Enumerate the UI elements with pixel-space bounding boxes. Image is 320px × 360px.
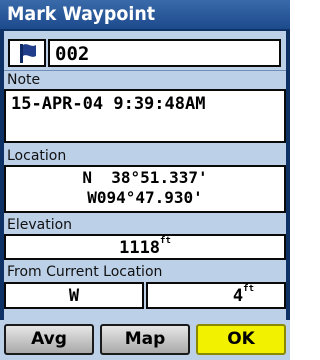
distance-readout: 4ft	[233, 285, 254, 307]
latitude-value: N 38°51.337'	[82, 168, 208, 187]
window-title: Mark Waypoint	[7, 3, 156, 25]
flag-icon	[20, 44, 36, 63]
longitude-value: W094°47.930'	[87, 188, 203, 207]
waypoint-form: 002 Note 15-APR-04 9:39:48AM Location N …	[4, 31, 286, 320]
distance-unit: ft	[243, 284, 254, 294]
note-value: 15-APR-04 9:39:48AM	[11, 94, 206, 114]
distance-field: 4ft	[146, 282, 286, 309]
elevation-label: Elevation	[7, 217, 73, 233]
note-field[interactable]: 15-APR-04 9:39:48AM	[4, 89, 286, 143]
bearing-value: W	[68, 286, 80, 306]
location-field[interactable]: N 38°51.337' W094°47.930'	[4, 165, 286, 213]
elevation-value: 1118	[119, 238, 161, 258]
divider	[4, 70, 286, 71]
waypoint-name-field[interactable]: 002	[48, 39, 281, 67]
title-bar: Mark Waypoint	[0, 0, 290, 29]
button-row: Avg Map OK	[0, 320, 290, 360]
bearing-field: W	[4, 282, 144, 309]
avg-button[interactable]: Avg	[4, 324, 94, 355]
waypoint-symbol-button[interactable]	[8, 39, 46, 67]
elevation-field[interactable]: 1118ft	[4, 234, 286, 260]
elevation-unit: ft	[160, 236, 171, 246]
distance-value: 4	[232, 286, 244, 306]
ok-button[interactable]: OK	[196, 324, 286, 355]
note-label: Note	[7, 72, 41, 88]
mark-waypoint-screen: Mark Waypoint 002 Note 15-APR-04 9:39:48…	[0, 0, 290, 360]
location-label: Location	[7, 148, 67, 164]
map-button[interactable]: Map	[100, 324, 190, 355]
elevation-readout: 1118ft	[6, 237, 284, 259]
waypoint-name: 002	[55, 43, 90, 65]
from-current-label: From Current Location	[7, 264, 163, 280]
